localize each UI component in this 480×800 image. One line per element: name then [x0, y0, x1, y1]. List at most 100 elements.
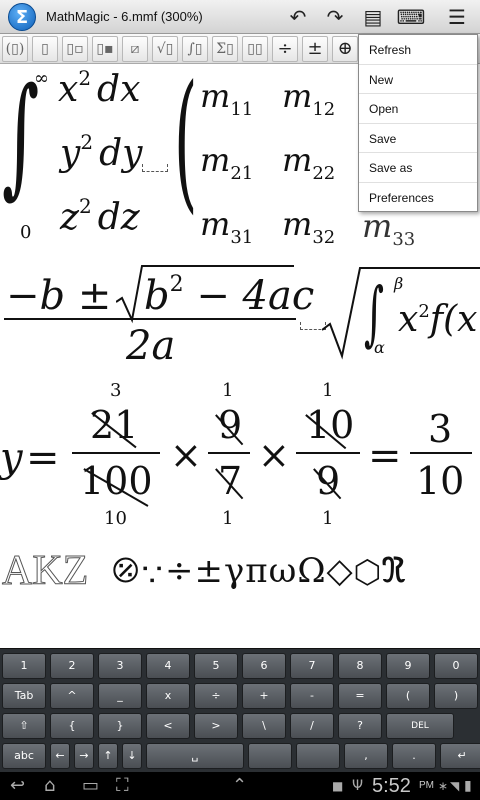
key-row3-5[interactable]: \ [242, 713, 286, 739]
home-icon[interactable]: ⌂ [44, 774, 55, 798]
key-row2-2[interactable]: _ [98, 683, 142, 709]
integrand-x: x [398, 299, 419, 340]
matrix-partial-sub: 33 [392, 229, 416, 250]
key-row3-4[interactable]: > [194, 713, 238, 739]
f3-bar [296, 452, 360, 454]
mathmagic-logo-icon[interactable]: Σ [8, 3, 36, 31]
key-row2-5[interactable]: + [242, 683, 286, 709]
row-power: 2 [78, 194, 92, 218]
recent-apps-icon[interactable]: ▭ [82, 774, 99, 798]
key-row3-3[interactable]: < [146, 713, 190, 739]
row-power: 2 [78, 66, 92, 90]
radicand-power: 2 [169, 272, 184, 297]
key-row1-3[interactable]: 4 [146, 653, 190, 679]
divide-button[interactable]: ÷ [272, 36, 298, 62]
matrix-template-button[interactable]: ▯▯ [242, 36, 268, 62]
key-row4-1[interactable]: ← [50, 743, 70, 769]
key-row4-5[interactable]: ␣ [146, 743, 244, 769]
key-row1-9[interactable]: 0 [434, 653, 478, 679]
menu-item-save[interactable]: Save [359, 124, 477, 153]
key-row4-4[interactable]: ↓ [122, 743, 142, 769]
key-row1-2[interactable]: 3 [98, 653, 142, 679]
redo-icon[interactable]: ↷ [320, 4, 350, 30]
integral-lower-limit: 0 [20, 222, 32, 243]
integrand-row: y2 dy [60, 132, 142, 172]
key-row3-1[interactable]: { [50, 713, 94, 739]
matrix-cell-index: 12 [312, 99, 336, 120]
row-differential: dz [97, 197, 140, 238]
status-ampm: PM [419, 780, 434, 791]
key-row4-7[interactable] [296, 743, 340, 769]
matrix-cell-letter: m [282, 77, 313, 115]
undo-icon[interactable]: ↶ [283, 4, 313, 30]
sum-template-button[interactable]: Σ▯ [212, 36, 238, 62]
f2-below: 1 [222, 508, 234, 529]
integrand-row: z2 dz [60, 196, 140, 238]
key-row3-7[interactable]: ? [338, 713, 382, 739]
superscript-template-button[interactable]: ▯▪ [92, 36, 118, 62]
menu-item-refresh[interactable]: Refresh [359, 35, 477, 65]
strikeout-template-button[interactable]: ⧄ [122, 36, 148, 62]
key-row4-2[interactable]: → [74, 743, 94, 769]
key-row1-4[interactable]: 5 [194, 653, 238, 679]
quadratic-radicand: b2 − 4ac [144, 274, 314, 317]
key-row2-9[interactable]: ) [434, 683, 478, 709]
keyboard-toggle-icon[interactable]: ⌨ [396, 4, 426, 30]
key-row3-6[interactable]: / [290, 713, 334, 739]
key-row3-8[interactable]: DEL [386, 713, 454, 739]
key-row1-5[interactable]: 6 [242, 653, 286, 679]
key-row1-8[interactable]: 9 [386, 653, 430, 679]
f1-below: 10 [104, 508, 127, 529]
key-row4-6[interactable] [248, 743, 292, 769]
matrix-cell: m21 [200, 144, 253, 183]
back-icon[interactable]: ↩ [10, 774, 25, 798]
key-row2-0[interactable]: Tab [2, 683, 46, 709]
integral-upper-limit: ∞ [34, 68, 49, 89]
key-row1-0[interactable]: 1 [2, 653, 46, 679]
key-row3-0[interactable]: ⇧ [2, 713, 46, 739]
key-row2-3[interactable]: x [146, 683, 190, 709]
subscript-template-button[interactable]: ▯▫ [62, 36, 88, 62]
menu-item-preferences[interactable]: Preferences [359, 183, 477, 213]
key-row2-6[interactable]: - [290, 683, 334, 709]
result-bar [410, 452, 472, 454]
result-equals: = [368, 433, 402, 479]
times-1: × [170, 433, 202, 477]
bluetooth-icon: ∗ [438, 779, 449, 793]
f3-numerator: 10 [306, 403, 355, 447]
f3-above: 1 [322, 380, 334, 401]
matrix-cell-letter: m [200, 205, 231, 243]
key-row1-6[interactable]: 7 [290, 653, 334, 679]
screenshot-icon[interactable]: ⛶ [116, 774, 129, 798]
nav-up-arrow-icon[interactable]: ⌃ [232, 774, 247, 798]
matrix-cell-index: 21 [230, 163, 254, 184]
key-row2-8[interactable]: ( [386, 683, 430, 709]
battery-icon: ▮ [464, 778, 472, 794]
key-row4-9[interactable]: . [392, 743, 436, 769]
key-row2-4[interactable]: ÷ [194, 683, 238, 709]
overflow-menu-icon[interactable]: ☰ [442, 4, 472, 30]
empty-slot-placeholder[interactable] [142, 164, 168, 172]
key-row4-3[interactable]: ↑ [98, 743, 118, 769]
plus-minus-button[interactable]: ± [302, 36, 328, 62]
key-row3-2[interactable]: } [98, 713, 142, 739]
f1-denominator: 100 [80, 459, 153, 503]
key-row2-1[interactable]: ^ [50, 683, 94, 709]
matrix-cell: m32 [282, 208, 335, 247]
key-row2-7[interactable]: = [338, 683, 382, 709]
quadratic-fraction-bar [4, 318, 296, 320]
key-row1-1[interactable]: 2 [50, 653, 94, 679]
f1-bar [72, 452, 160, 454]
circle-plus-button[interactable]: ⊕ [332, 36, 358, 62]
key-row4-0[interactable]: abc [2, 743, 46, 769]
f1-above: 3 [110, 380, 122, 401]
clipboard-icon[interactable]: ▤ [358, 4, 388, 30]
system-navigation-bar: ↩ ⌂ ▭ ⛶ ⌃ ■ Ψ 5:52 PM ∗ ◥ ▮ [0, 772, 480, 800]
menu-item-save-as[interactable]: Save as [359, 153, 477, 183]
key-row4-8[interactable]: , [344, 743, 388, 769]
menu-item-open[interactable]: Open [359, 94, 477, 124]
key-row4-10[interactable]: ↵ [440, 743, 480, 769]
menu-item-new[interactable]: New [359, 65, 477, 94]
matrix-cell-letter: m [282, 141, 313, 179]
key-row1-7[interactable]: 8 [338, 653, 382, 679]
